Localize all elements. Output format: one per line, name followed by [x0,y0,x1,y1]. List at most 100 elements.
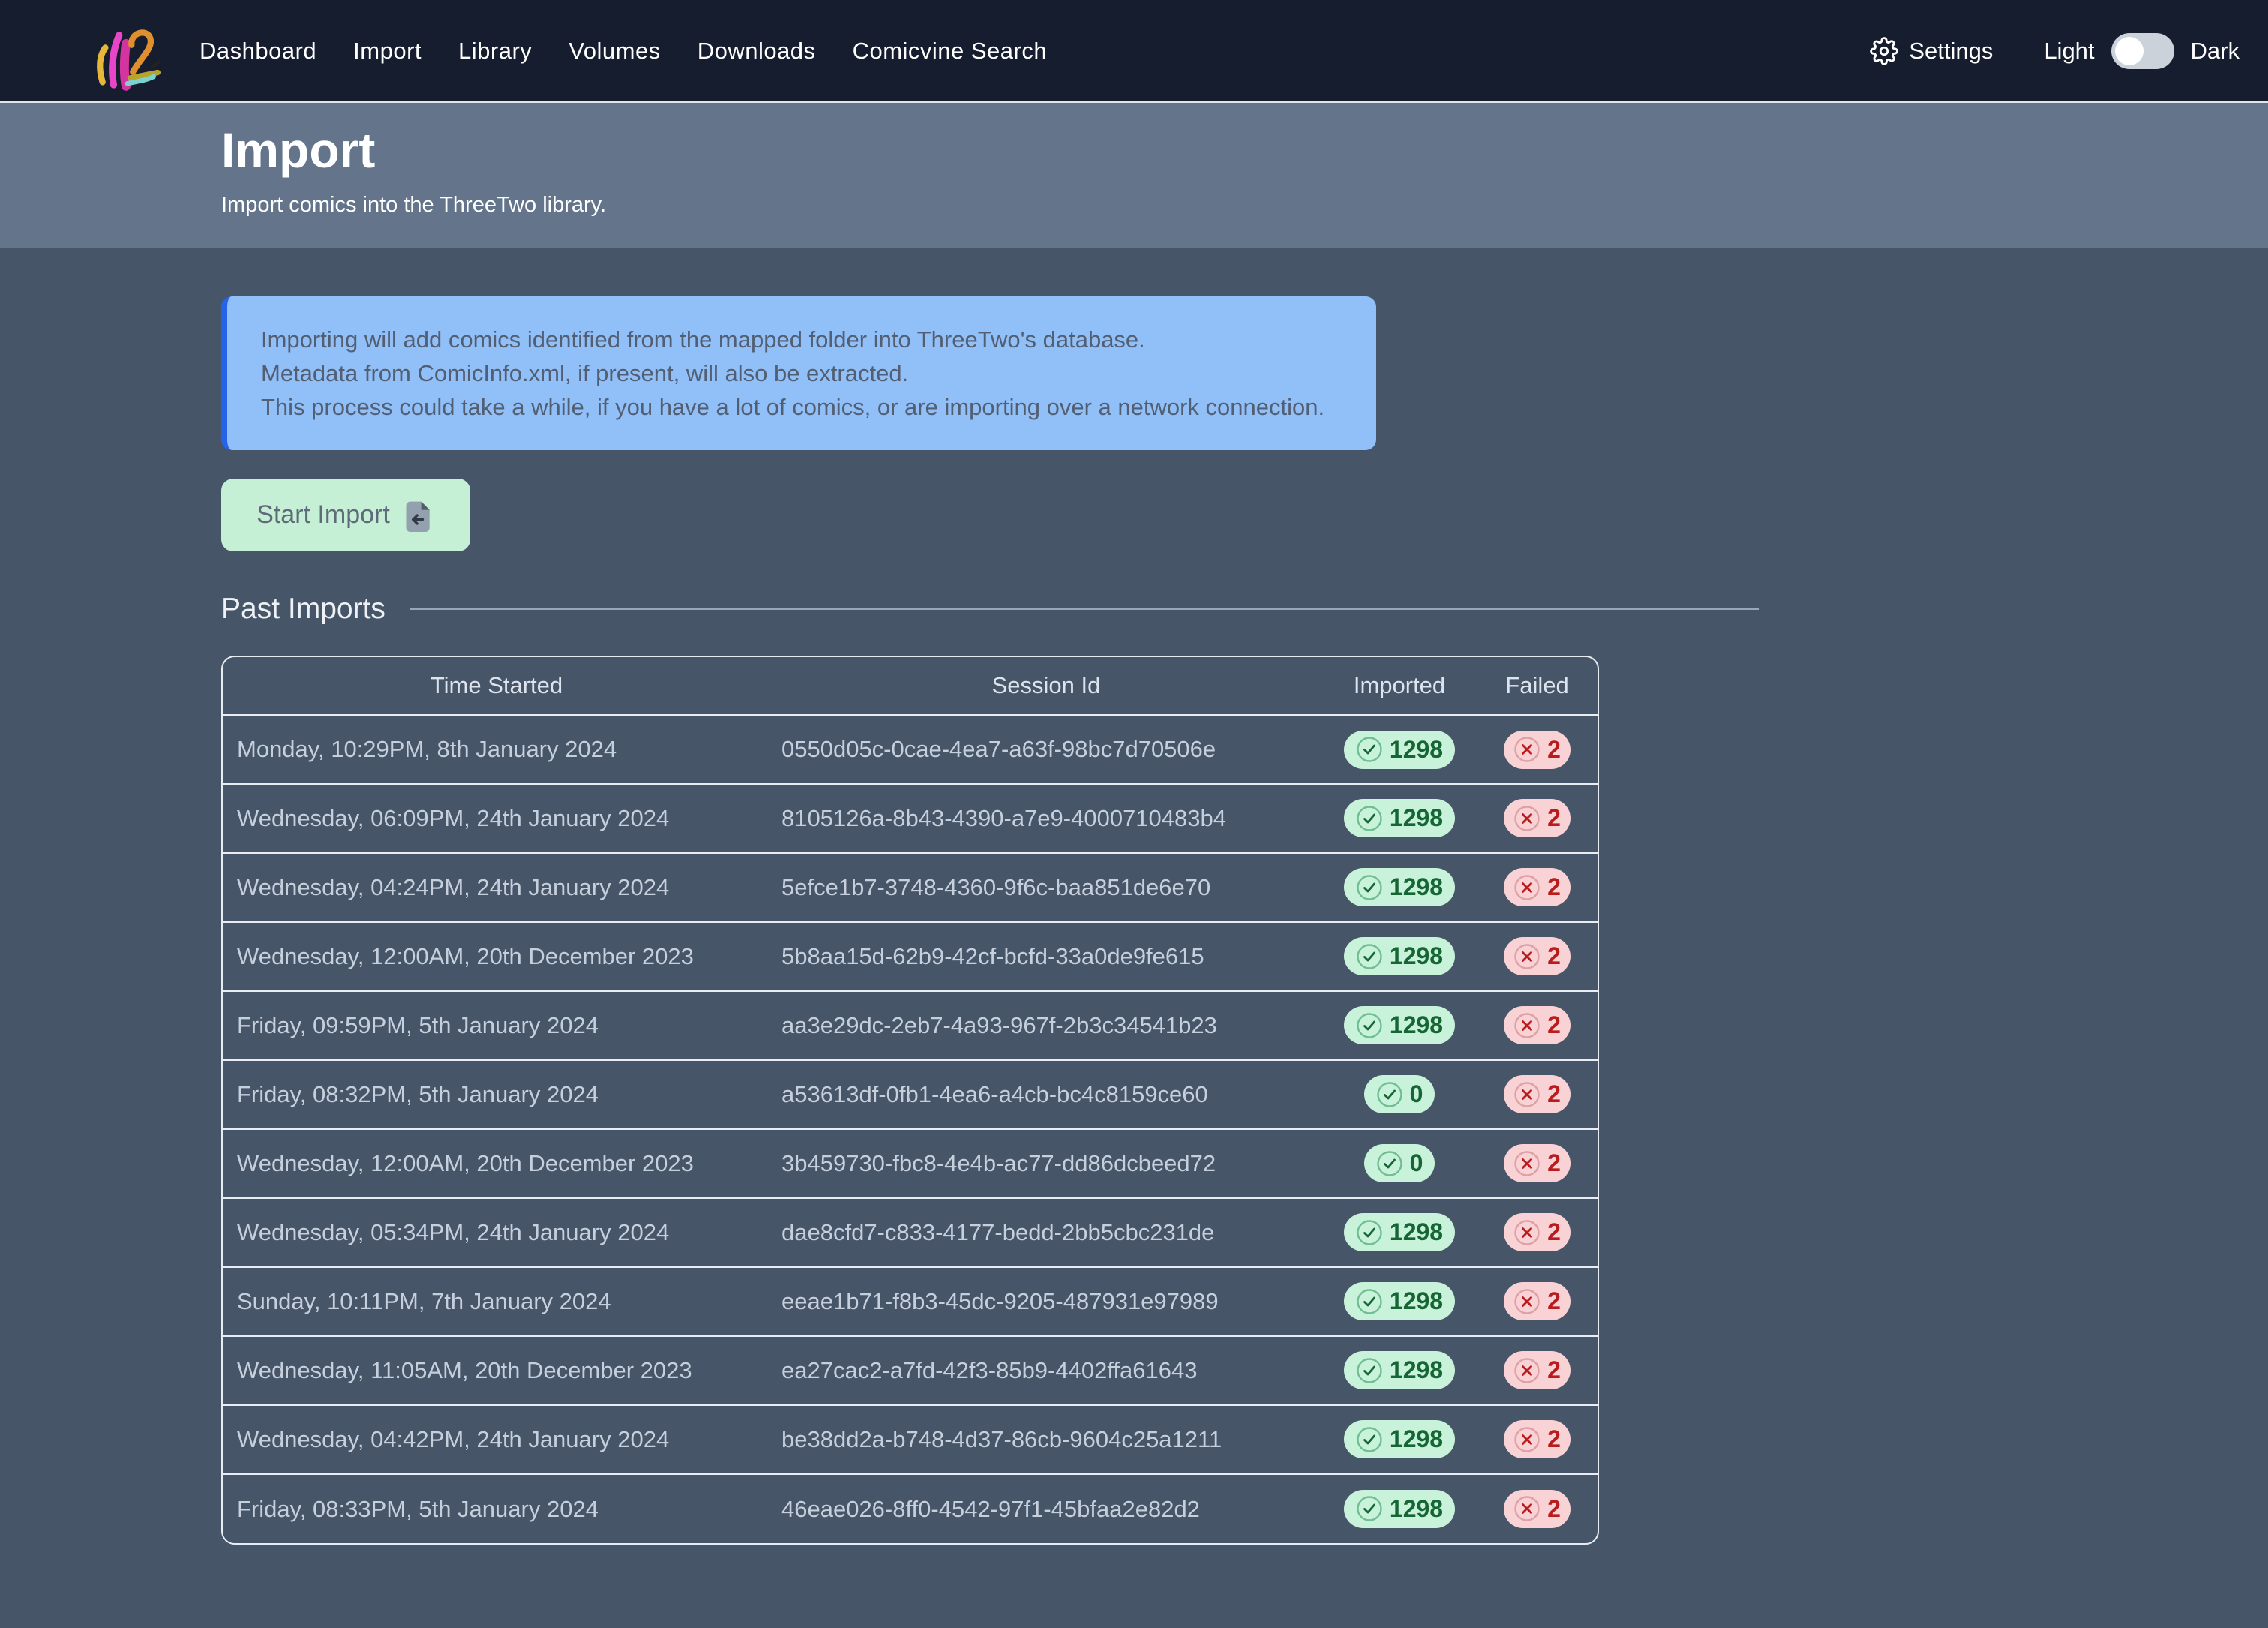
info-line: Metadata from ComicInfo.xml, if present,… [261,356,1342,390]
time-started-value: Monday, 10:29PM, 8th January 2024 [237,736,616,762]
info-line: This process could take a while, if you … [261,390,1342,424]
nav-item-dashboard[interactable]: Dashboard [200,38,316,65]
time-started-value: Wednesday, 06:09PM, 24th January 2024 [237,805,669,831]
imported-cell: 1298 [1322,1336,1477,1405]
failed-cell: 2 [1477,1060,1598,1129]
imported-cell: 1298 [1322,784,1477,853]
time-started-cell: Wednesday, 05:34PM, 24th January 2024 [223,1198,770,1267]
time-started-value: Wednesday, 12:00AM, 20th December 2023 [237,943,694,969]
table-row: Wednesday, 05:34PM, 24th January 2024 da… [223,1198,1598,1267]
session-id-value: 3b459730-fbc8-4e4b-ac77-dd86dcbeed72 [782,1150,1216,1176]
nav-item-import[interactable]: Import [353,38,422,65]
past-imports-table: Time Started Session Id Imported Failed … [223,657,1598,1543]
page-subtitle: Import comics into the ThreeTwo library. [221,193,2268,218]
table-row: Wednesday, 12:00AM, 20th December 2023 5… [223,922,1598,991]
theme-toggle[interactable] [2111,33,2174,69]
failed-count: 2 [1547,804,1561,832]
imported-cell: 1298 [1322,922,1477,991]
threetwo-logo[interactable] [92,11,160,91]
time-started-cell: Sunday, 10:11PM, 7th January 2024 [223,1267,770,1336]
failed-badge: 2 [1504,1213,1570,1251]
imported-count: 1298 [1390,804,1443,832]
start-import-button[interactable]: Start Import [221,479,470,551]
imported-cell: 1298 [1322,1267,1477,1336]
failed-cell: 2 [1477,1267,1598,1336]
table-row: Friday, 09:59PM, 5th January 2024 aa3e29… [223,991,1598,1060]
check-circle-icon [1356,943,1383,970]
nav-item-library[interactable]: Library [458,38,532,65]
imported-badge: 0 [1364,1075,1436,1113]
session-id-value: 8105126a-8b43-4390-a7e9-4000710483b4 [782,805,1226,831]
imported-badge: 1298 [1344,868,1455,906]
imported-badge: 1298 [1344,1213,1455,1251]
check-circle-icon [1356,736,1383,763]
failed-count: 2 [1547,1218,1561,1246]
table-row: Wednesday, 04:24PM, 24th January 2024 5e… [223,853,1598,922]
x-circle-icon [1514,874,1540,901]
failed-cell: 2 [1477,922,1598,991]
nav-item-downloads[interactable]: Downloads [698,38,816,65]
failed-badge: 2 [1504,799,1570,837]
time-started-cell: Wednesday, 12:00AM, 20th December 2023 [223,922,770,991]
imported-cell: 1298 [1322,715,1477,784]
nav-links: Dashboard Import Library Volumes Downloa… [200,38,1047,65]
x-circle-icon [1514,805,1540,832]
failed-badge: 2 [1504,1351,1570,1389]
time-started-cell: Friday, 08:32PM, 5th January 2024 [223,1060,770,1129]
page-title: Import [221,122,2268,178]
failed-cell: 2 [1477,853,1598,922]
x-circle-icon [1514,1219,1540,1246]
past-imports-section-head: Past Imports [221,593,1759,626]
failed-cell: 2 [1477,1198,1598,1267]
imported-badge: 0 [1364,1144,1436,1182]
session-id-value: 5efce1b7-3748-4360-9f6c-baa851de6e70 [782,874,1210,900]
failed-count: 2 [1547,1495,1561,1523]
theme-toggle-group: Light Dark [2044,33,2240,69]
session-id-value: 46eae026-8ff0-4542-97f1-45bfaa2e82d2 [782,1496,1200,1522]
failed-cell: 2 [1477,715,1598,784]
session-id-value: aa3e29dc-2eb7-4a93-967f-2b3c34541b23 [782,1012,1217,1038]
session-id-cell: aa3e29dc-2eb7-4a93-967f-2b3c34541b23 [770,991,1322,1060]
gear-icon [1870,37,1898,65]
nav-item-volumes[interactable]: Volumes [568,38,660,65]
failed-badge: 2 [1504,1075,1570,1113]
navbar: Dashboard Import Library Volumes Downloa… [0,0,2268,103]
time-started-value: Wednesday, 05:34PM, 24th January 2024 [237,1219,669,1245]
x-circle-icon [1514,943,1540,970]
imported-cell: 0 [1322,1129,1477,1198]
x-circle-icon [1514,1012,1540,1039]
failed-count: 2 [1547,1080,1561,1108]
time-started-value: Friday, 08:33PM, 5th January 2024 [237,1496,598,1522]
time-started-cell: Friday, 08:33PM, 5th January 2024 [223,1474,770,1543]
session-id-cell: be38dd2a-b748-4d37-86cb-9604c25a1211 [770,1405,1322,1474]
start-import-label: Start Import [256,500,390,530]
imported-badge: 1298 [1344,1420,1455,1458]
nav-item-comicvine-search[interactable]: Comicvine Search [853,38,1048,65]
failed-cell: 2 [1477,1474,1598,1543]
failed-cell: 2 [1477,1336,1598,1405]
imported-count: 1298 [1390,1356,1443,1384]
session-id-cell: a53613df-0fb1-4ea6-a4cb-bc4c8159ce60 [770,1060,1322,1129]
failed-count: 2 [1547,1356,1561,1384]
time-started-value: Wednesday, 11:05AM, 20th December 2023 [237,1357,692,1383]
x-circle-icon [1514,1426,1540,1453]
imported-cell: 1298 [1322,1405,1477,1474]
info-line: Importing will add comics identified fro… [261,323,1342,356]
session-id-cell: dae8cfd7-c833-4177-bedd-2bb5cbc231de [770,1198,1322,1267]
time-started-value: Wednesday, 04:42PM, 24th January 2024 [237,1426,669,1452]
imported-cell: 0 [1322,1060,1477,1129]
failed-badge: 2 [1504,1490,1570,1528]
session-id-value: be38dd2a-b748-4d37-86cb-9604c25a1211 [782,1426,1222,1452]
page-header: Import Import comics into the ThreeTwo l… [0,103,2268,248]
settings-button[interactable]: Settings [1870,37,1993,65]
failed-badge: 2 [1504,731,1570,769]
failed-count: 2 [1547,736,1561,764]
past-imports-heading: Past Imports [221,593,386,626]
check-circle-icon [1356,1495,1383,1522]
check-circle-icon [1356,1012,1383,1039]
failed-count: 2 [1547,942,1561,970]
time-started-cell: Wednesday, 04:42PM, 24th January 2024 [223,1405,770,1474]
past-imports-table-container: Time Started Session Id Imported Failed … [221,656,1599,1545]
time-started-cell: Wednesday, 06:09PM, 24th January 2024 [223,784,770,853]
time-started-cell: Monday, 10:29PM, 8th January 2024 [223,715,770,784]
